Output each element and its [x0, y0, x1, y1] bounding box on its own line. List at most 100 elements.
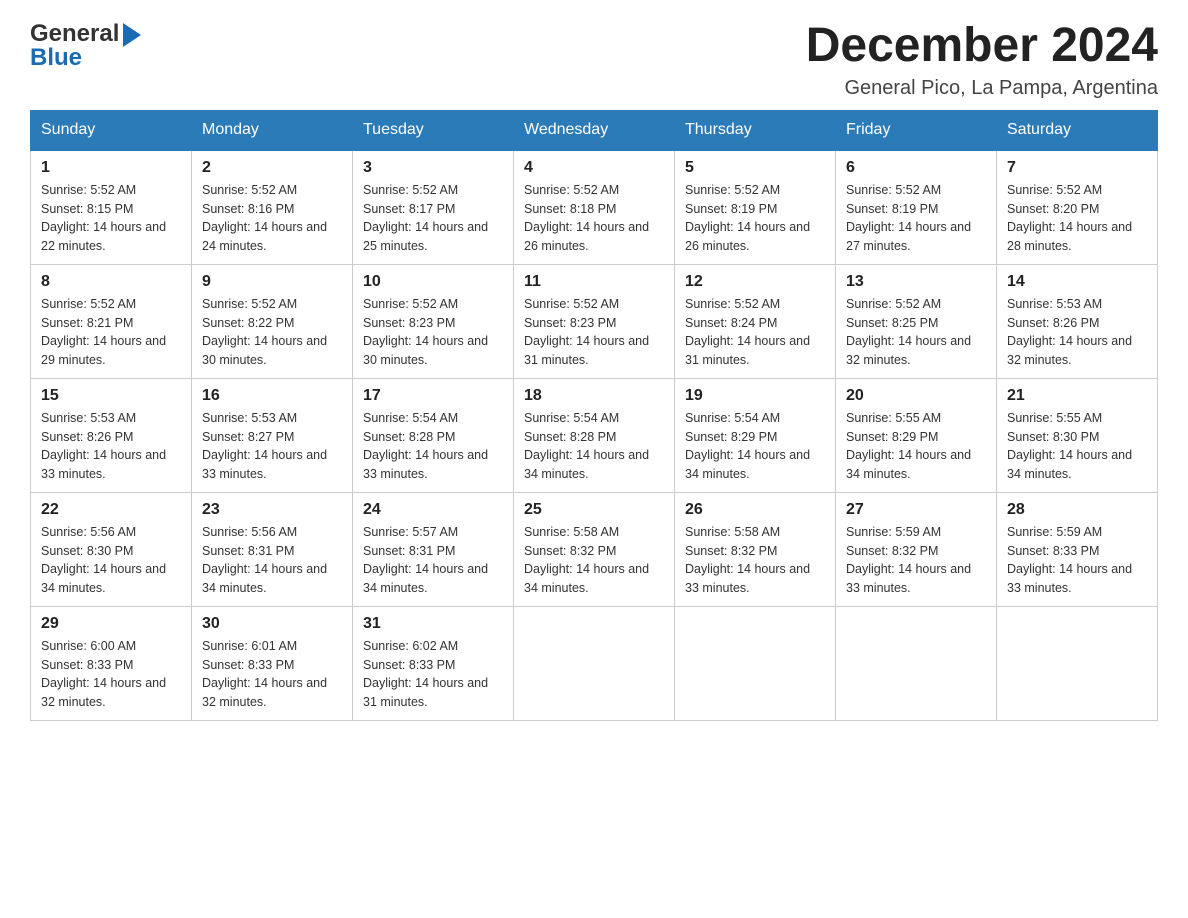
day-number: 1: [41, 159, 181, 177]
day-number: 19: [685, 387, 825, 405]
page-header: General Blue December 2024 General Pico,…: [30, 20, 1158, 100]
logo-blue-text: Blue: [30, 44, 82, 72]
day-info: Sunrise: 5:52 AM Sunset: 8:15 PM Dayligh…: [41, 181, 181, 256]
day-number: 18: [524, 387, 664, 405]
day-number: 24: [363, 501, 503, 519]
weekday-header-row: SundayMondayTuesdayWednesdayThursdayFrid…: [31, 110, 1158, 150]
day-info: Sunrise: 5:52 AM Sunset: 8:21 PM Dayligh…: [41, 295, 181, 370]
day-number: 29: [41, 615, 181, 633]
day-number: 13: [846, 273, 986, 291]
calendar-cell: 18 Sunrise: 5:54 AM Sunset: 8:28 PM Dayl…: [514, 378, 675, 492]
calendar-cell: 9 Sunrise: 5:52 AM Sunset: 8:22 PM Dayli…: [192, 264, 353, 378]
calendar-cell: 6 Sunrise: 5:52 AM Sunset: 8:19 PM Dayli…: [836, 150, 997, 265]
calendar-cell: 24 Sunrise: 5:57 AM Sunset: 8:31 PM Dayl…: [353, 492, 514, 606]
calendar-week-row: 8 Sunrise: 5:52 AM Sunset: 8:21 PM Dayli…: [31, 264, 1158, 378]
day-info: Sunrise: 5:56 AM Sunset: 8:30 PM Dayligh…: [41, 523, 181, 598]
calendar-table: SundayMondayTuesdayWednesdayThursdayFrid…: [30, 110, 1158, 721]
day-number: 9: [202, 273, 342, 291]
calendar-cell: 27 Sunrise: 5:59 AM Sunset: 8:32 PM Dayl…: [836, 492, 997, 606]
calendar-cell: 11 Sunrise: 5:52 AM Sunset: 8:23 PM Dayl…: [514, 264, 675, 378]
location-title: General Pico, La Pampa, Argentina: [806, 77, 1158, 100]
day-info: Sunrise: 5:54 AM Sunset: 8:28 PM Dayligh…: [524, 409, 664, 484]
day-number: 5: [685, 159, 825, 177]
day-number: 22: [41, 501, 181, 519]
day-info: Sunrise: 5:53 AM Sunset: 8:27 PM Dayligh…: [202, 409, 342, 484]
day-info: Sunrise: 5:58 AM Sunset: 8:32 PM Dayligh…: [685, 523, 825, 598]
calendar-cell: [836, 606, 997, 720]
day-info: Sunrise: 5:52 AM Sunset: 8:22 PM Dayligh…: [202, 295, 342, 370]
day-number: 15: [41, 387, 181, 405]
calendar-cell: 20 Sunrise: 5:55 AM Sunset: 8:29 PM Dayl…: [836, 378, 997, 492]
day-info: Sunrise: 5:54 AM Sunset: 8:29 PM Dayligh…: [685, 409, 825, 484]
calendar-cell: 7 Sunrise: 5:52 AM Sunset: 8:20 PM Dayli…: [997, 150, 1158, 265]
day-number: 27: [846, 501, 986, 519]
calendar-cell: [514, 606, 675, 720]
weekday-header-saturday: Saturday: [997, 110, 1158, 150]
calendar-cell: [997, 606, 1158, 720]
calendar-cell: 3 Sunrise: 5:52 AM Sunset: 8:17 PM Dayli…: [353, 150, 514, 265]
calendar-cell: 14 Sunrise: 5:53 AM Sunset: 8:26 PM Dayl…: [997, 264, 1158, 378]
day-number: 31: [363, 615, 503, 633]
day-number: 2: [202, 159, 342, 177]
calendar-cell: 10 Sunrise: 5:52 AM Sunset: 8:23 PM Dayl…: [353, 264, 514, 378]
day-number: 10: [363, 273, 503, 291]
day-info: Sunrise: 5:55 AM Sunset: 8:30 PM Dayligh…: [1007, 409, 1147, 484]
logo-triangle-icon: [123, 23, 141, 47]
day-number: 14: [1007, 273, 1147, 291]
calendar-cell: 12 Sunrise: 5:52 AM Sunset: 8:24 PM Dayl…: [675, 264, 836, 378]
day-number: 7: [1007, 159, 1147, 177]
weekday-header-friday: Friday: [836, 110, 997, 150]
month-title: December 2024: [806, 20, 1158, 73]
day-info: Sunrise: 5:57 AM Sunset: 8:31 PM Dayligh…: [363, 523, 503, 598]
day-info: Sunrise: 6:01 AM Sunset: 8:33 PM Dayligh…: [202, 637, 342, 712]
day-number: 12: [685, 273, 825, 291]
calendar-week-row: 29 Sunrise: 6:00 AM Sunset: 8:33 PM Dayl…: [31, 606, 1158, 720]
calendar-week-row: 1 Sunrise: 5:52 AM Sunset: 8:15 PM Dayli…: [31, 150, 1158, 265]
day-info: Sunrise: 5:59 AM Sunset: 8:33 PM Dayligh…: [1007, 523, 1147, 598]
logo: General Blue: [30, 20, 141, 72]
calendar-cell: [675, 606, 836, 720]
calendar-cell: 17 Sunrise: 5:54 AM Sunset: 8:28 PM Dayl…: [353, 378, 514, 492]
day-info: Sunrise: 6:00 AM Sunset: 8:33 PM Dayligh…: [41, 637, 181, 712]
day-info: Sunrise: 5:58 AM Sunset: 8:32 PM Dayligh…: [524, 523, 664, 598]
day-info: Sunrise: 5:53 AM Sunset: 8:26 PM Dayligh…: [41, 409, 181, 484]
calendar-cell: 29 Sunrise: 6:00 AM Sunset: 8:33 PM Dayl…: [31, 606, 192, 720]
day-info: Sunrise: 5:52 AM Sunset: 8:23 PM Dayligh…: [363, 295, 503, 370]
day-info: Sunrise: 5:54 AM Sunset: 8:28 PM Dayligh…: [363, 409, 503, 484]
day-info: Sunrise: 5:52 AM Sunset: 8:25 PM Dayligh…: [846, 295, 986, 370]
day-number: 8: [41, 273, 181, 291]
calendar-cell: 15 Sunrise: 5:53 AM Sunset: 8:26 PM Dayl…: [31, 378, 192, 492]
calendar-cell: 8 Sunrise: 5:52 AM Sunset: 8:21 PM Dayli…: [31, 264, 192, 378]
day-number: 16: [202, 387, 342, 405]
calendar-cell: 22 Sunrise: 5:56 AM Sunset: 8:30 PM Dayl…: [31, 492, 192, 606]
day-number: 30: [202, 615, 342, 633]
calendar-cell: 2 Sunrise: 5:52 AM Sunset: 8:16 PM Dayli…: [192, 150, 353, 265]
day-info: Sunrise: 5:52 AM Sunset: 8:19 PM Dayligh…: [685, 181, 825, 256]
day-number: 23: [202, 501, 342, 519]
calendar-cell: 30 Sunrise: 6:01 AM Sunset: 8:33 PM Dayl…: [192, 606, 353, 720]
day-info: Sunrise: 6:02 AM Sunset: 8:33 PM Dayligh…: [363, 637, 503, 712]
day-info: Sunrise: 5:53 AM Sunset: 8:26 PM Dayligh…: [1007, 295, 1147, 370]
day-info: Sunrise: 5:59 AM Sunset: 8:32 PM Dayligh…: [846, 523, 986, 598]
day-number: 26: [685, 501, 825, 519]
day-number: 4: [524, 159, 664, 177]
weekday-header-sunday: Sunday: [31, 110, 192, 150]
day-info: Sunrise: 5:52 AM Sunset: 8:19 PM Dayligh…: [846, 181, 986, 256]
day-info: Sunrise: 5:52 AM Sunset: 8:24 PM Dayligh…: [685, 295, 825, 370]
day-info: Sunrise: 5:52 AM Sunset: 8:23 PM Dayligh…: [524, 295, 664, 370]
calendar-cell: 26 Sunrise: 5:58 AM Sunset: 8:32 PM Dayl…: [675, 492, 836, 606]
day-number: 25: [524, 501, 664, 519]
day-info: Sunrise: 5:52 AM Sunset: 8:18 PM Dayligh…: [524, 181, 664, 256]
calendar-cell: 5 Sunrise: 5:52 AM Sunset: 8:19 PM Dayli…: [675, 150, 836, 265]
day-info: Sunrise: 5:52 AM Sunset: 8:20 PM Dayligh…: [1007, 181, 1147, 256]
day-number: 3: [363, 159, 503, 177]
day-info: Sunrise: 5:55 AM Sunset: 8:29 PM Dayligh…: [846, 409, 986, 484]
weekday-header-tuesday: Tuesday: [353, 110, 514, 150]
calendar-week-row: 15 Sunrise: 5:53 AM Sunset: 8:26 PM Dayl…: [31, 378, 1158, 492]
calendar-cell: 16 Sunrise: 5:53 AM Sunset: 8:27 PM Dayl…: [192, 378, 353, 492]
weekday-header-thursday: Thursday: [675, 110, 836, 150]
day-number: 17: [363, 387, 503, 405]
calendar-cell: 1 Sunrise: 5:52 AM Sunset: 8:15 PM Dayli…: [31, 150, 192, 265]
day-number: 6: [846, 159, 986, 177]
title-block: December 2024 General Pico, La Pampa, Ar…: [806, 20, 1158, 100]
